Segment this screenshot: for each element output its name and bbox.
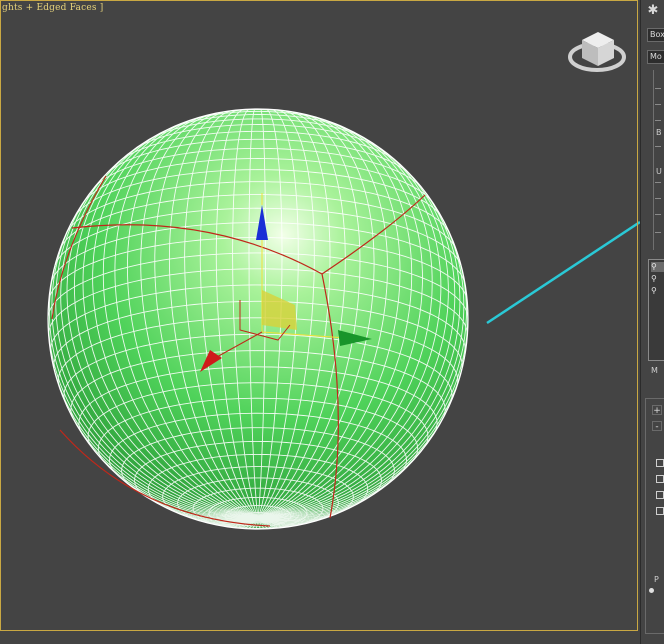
object-name-field[interactable]: Box xyxy=(647,28,664,42)
panel-tick xyxy=(655,88,661,89)
pin-stack-button[interactable]: M xyxy=(651,366,658,375)
modifier-list-dropdown[interactable]: Mo xyxy=(647,50,664,64)
option-checkbox[interactable] xyxy=(656,459,664,467)
panel-tick xyxy=(655,232,661,233)
command-panel: ✱ Box Mo B U ⚲ ⚲ ⚲ M + - P xyxy=(640,0,664,644)
panel-divider xyxy=(653,70,654,250)
parameters-rollout: + - P xyxy=(645,398,664,634)
expand-button[interactable]: + xyxy=(652,405,662,416)
section-label-u: U xyxy=(656,167,662,176)
panel-tick xyxy=(655,146,661,147)
panel-tick xyxy=(655,214,661,215)
viewcube[interactable] xyxy=(568,32,626,72)
panel-tick xyxy=(655,182,661,183)
stack-item-light-bulb-icon[interactable]: ⚲ xyxy=(651,286,664,296)
panel-tick xyxy=(655,104,661,105)
stack-item-light-bulb-icon[interactable]: ⚲ xyxy=(651,274,664,284)
panel-tick xyxy=(655,198,661,199)
section-label-b: B xyxy=(656,128,662,137)
perspective-viewport[interactable]: ghts + Edged Faces ] xyxy=(0,0,640,644)
option-checkbox[interactable] xyxy=(656,491,664,499)
viewport-label[interactable]: ghts + Edged Faces ] xyxy=(2,3,103,13)
option-radio[interactable] xyxy=(649,588,654,593)
param-group-label: P xyxy=(654,575,659,584)
option-checkbox[interactable] xyxy=(656,507,664,515)
viewport-scene[interactable] xyxy=(0,0,640,644)
option-checkbox[interactable] xyxy=(656,475,664,483)
collapse-button[interactable]: - xyxy=(652,421,662,432)
cyan-pointer-line xyxy=(486,220,640,325)
gear-icon[interactable]: ✱ xyxy=(646,4,660,18)
modifier-stack-list[interactable]: ⚲ ⚲ ⚲ xyxy=(648,259,664,361)
stack-item-light-bulb-icon[interactable]: ⚲ xyxy=(651,262,664,272)
panel-tick xyxy=(655,120,661,121)
